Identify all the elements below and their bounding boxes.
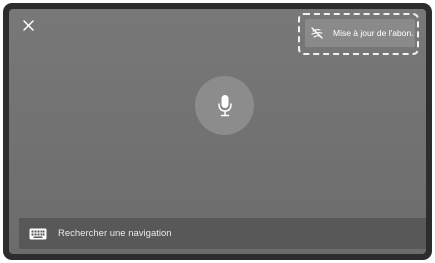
microphone-icon	[217, 94, 232, 116]
close-icon	[23, 20, 34, 31]
voice-search-panel: Mise à jour de l'abon. Rechercher une na…	[9, 9, 426, 254]
update-subscription-label: Mise à jour de l'abon.	[333, 28, 414, 38]
search-navigation-field[interactable]: Rechercher une navigation	[19, 218, 426, 249]
screen: Mise à jour de l'abon. Rechercher une na…	[0, 0, 435, 263]
no-subscription-icon	[310, 26, 324, 40]
close-button[interactable]	[20, 17, 38, 35]
display-bezel: Mise à jour de l'abon. Rechercher une na…	[3, 3, 432, 260]
keyboard-icon	[29, 228, 47, 240]
search-navigation-label: Rechercher une navigation	[58, 228, 172, 239]
update-subscription-button[interactable]: Mise à jour de l'abon.	[305, 19, 415, 47]
microphone-button[interactable]	[195, 76, 254, 135]
